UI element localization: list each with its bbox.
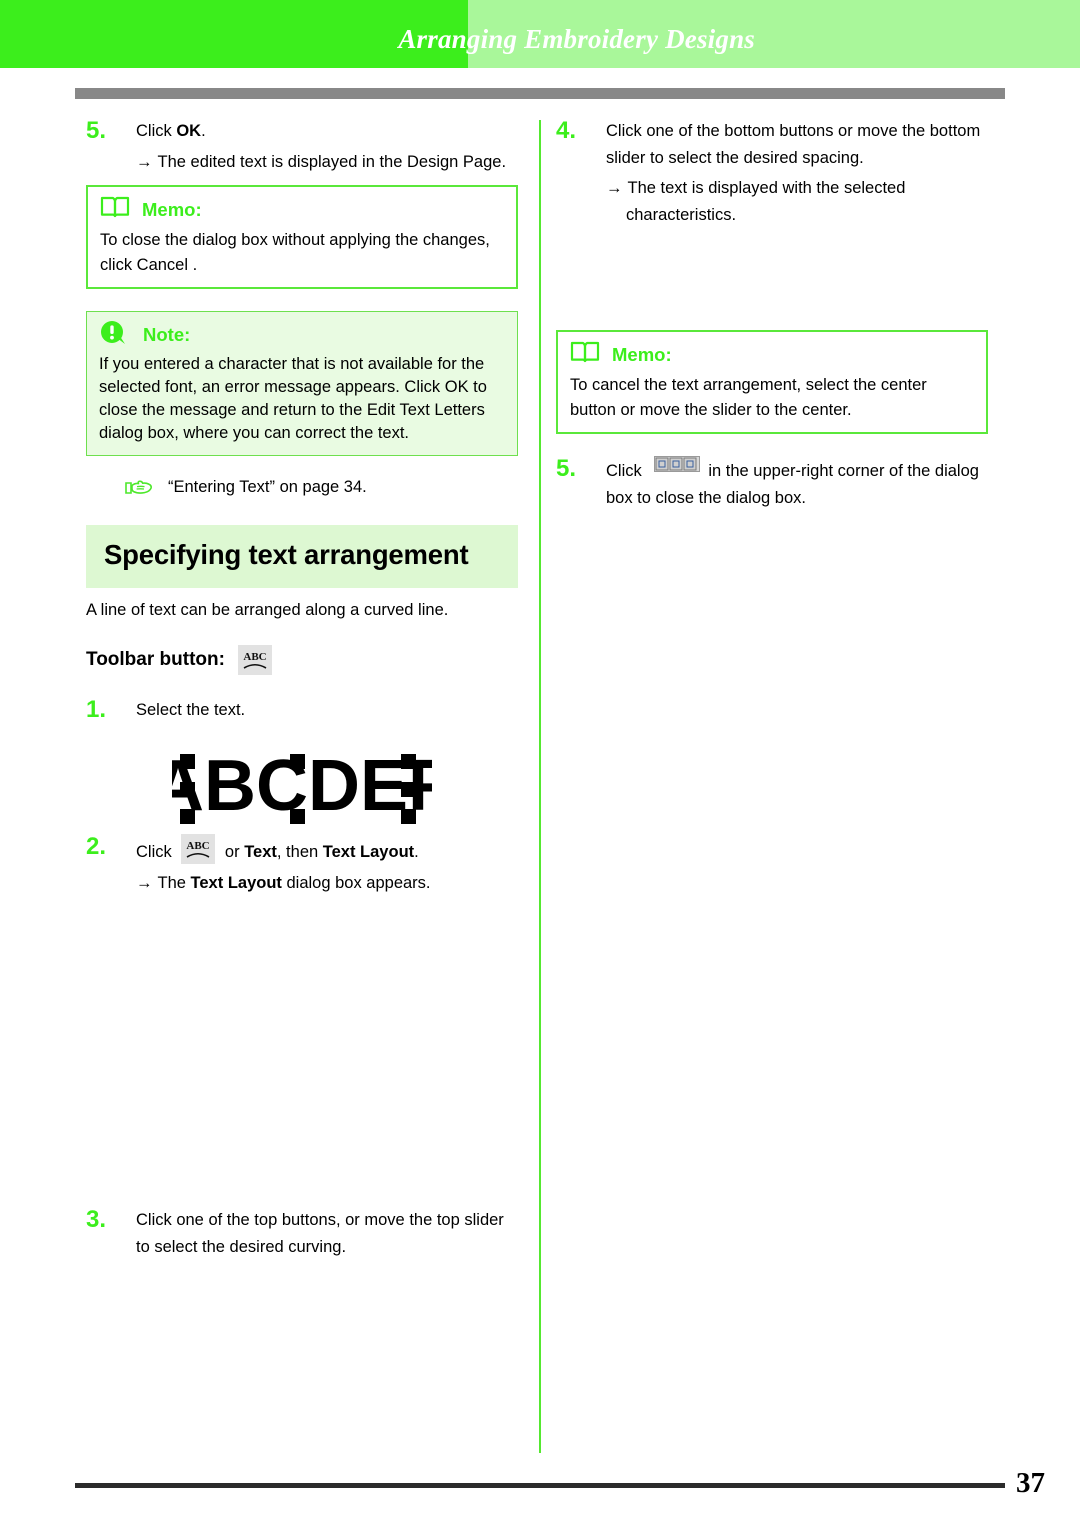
note-title: Note: bbox=[143, 324, 191, 346]
document-page: Arranging Embroidery Designs 5. Click OK… bbox=[0, 0, 1080, 1526]
memo-header: Memo: bbox=[570, 341, 974, 368]
step-text-prefix: Click bbox=[136, 122, 177, 140]
step-text-mid2: , then bbox=[276, 843, 323, 862]
step-text-suffix: . bbox=[201, 122, 206, 140]
header-rule bbox=[75, 88, 1005, 99]
cross-reference-text: “Entering Text” on page 34. bbox=[168, 478, 367, 497]
memo-box: Memo: To close the dialog box without ap… bbox=[86, 185, 518, 289]
section-intro: A line of text can be arranged along a c… bbox=[86, 600, 449, 619]
step-text: Click in the upper-right corner of the d… bbox=[606, 456, 988, 511]
left-column-lower: 3. Click one of the top buttons, or move… bbox=[86, 1206, 518, 1264]
book-icon bbox=[570, 341, 600, 368]
footer-rule bbox=[75, 1483, 1005, 1488]
step-4: 4. Click one of the bottom buttons or mo… bbox=[556, 117, 988, 171]
step-number: 2. bbox=[86, 833, 107, 861]
step-number: 3. bbox=[86, 1206, 107, 1233]
step-4-result: → The text is displayed with the selected… bbox=[606, 175, 988, 228]
note-box: Note: If you entered a character that is… bbox=[86, 310, 518, 457]
step-text: Select the text. bbox=[136, 701, 246, 720]
step-text-suffix: . bbox=[414, 843, 419, 862]
result-text: The text is displayed with the selected … bbox=[626, 179, 906, 224]
step-text: Click ABC or Text, then Text Layout. bbox=[136, 834, 518, 866]
step-text: Click OK. bbox=[136, 118, 518, 145]
step-text-bold: OK bbox=[176, 122, 202, 140]
step-number: 5. bbox=[86, 117, 107, 144]
note-text: If you entered a character that is not a… bbox=[99, 354, 487, 443]
svg-text:ABC: ABC bbox=[187, 840, 210, 852]
left-column: 5. Click OK. → The edited text is display… bbox=[86, 117, 518, 896]
page-number: 37 bbox=[1016, 1467, 1045, 1499]
step-5: 5. Click OK. bbox=[86, 117, 518, 145]
section-heading: Specifying text arrangement bbox=[86, 525, 518, 588]
step-number: 1. bbox=[86, 696, 107, 724]
memo-header: Memo: bbox=[100, 196, 504, 223]
arrow-glyph: → bbox=[136, 873, 153, 892]
pointing-hand-icon bbox=[124, 478, 154, 503]
text-layout-abc-icon[interactable]: ABC bbox=[237, 645, 272, 676]
step-2-result: → The Text Layout dialog box appears. bbox=[136, 870, 518, 896]
step-2: 2. Click ABC or Text, then Text Layout. bbox=[86, 833, 518, 866]
result-text: The edited text is displayed in the Desi… bbox=[157, 152, 507, 171]
step-text-mid: or bbox=[220, 843, 245, 862]
arrow-glyph: → bbox=[136, 152, 153, 171]
result-prefix: The bbox=[157, 873, 191, 892]
toolbar-button-label: Toolbar button: bbox=[86, 649, 225, 671]
step-text-bold-text: Text bbox=[244, 843, 277, 862]
memo-box: Memo: To cancel the text arrangement, se… bbox=[556, 330, 988, 435]
toolbar-button-row: Toolbar button: ABC bbox=[86, 645, 518, 676]
svg-text:ABC: ABC bbox=[243, 651, 266, 663]
selected-text-abcdef: ABCDEF bbox=[86, 742, 518, 834]
exclamation-icon bbox=[99, 320, 133, 351]
right-column: 4. Click one of the bottom buttons or mo… bbox=[556, 117, 988, 515]
step-number: 5. bbox=[556, 455, 577, 483]
step-number: 4. bbox=[556, 117, 577, 144]
step-5-result: → The edited text is displayed in the Des… bbox=[136, 149, 518, 175]
step-3: 3. Click one of the top buttons, or move… bbox=[86, 1206, 518, 1260]
window-buttons-icon[interactable] bbox=[654, 456, 701, 473]
arrow-glyph: → bbox=[606, 179, 623, 198]
text-layout-abc-icon[interactable]: ABC bbox=[181, 834, 216, 865]
step-1: 1. Select the text. bbox=[86, 696, 518, 724]
memo-title: Memo: bbox=[142, 198, 202, 220]
step-text: Click one of the top buttons, or move th… bbox=[136, 1211, 504, 1256]
column-divider bbox=[539, 120, 541, 1453]
step-text-prefix: Click bbox=[136, 843, 177, 862]
step-text-prefix: Click bbox=[606, 462, 647, 481]
step-text-bold-text-layout: Text Layout bbox=[322, 843, 415, 862]
result-bold: Text Layout bbox=[190, 873, 282, 892]
cross-reference[interactable]: “Entering Text” on page 34. bbox=[124, 478, 518, 503]
book-icon bbox=[100, 196, 130, 223]
step-text: Click one of the bottom buttons or move … bbox=[606, 122, 981, 167]
memo-text: To close the dialog box without applying… bbox=[100, 231, 490, 274]
note-header: Note: bbox=[99, 320, 505, 351]
memo-title: Memo: bbox=[612, 343, 672, 365]
step-5: 5. Click in the upper-right corner of th… bbox=[556, 455, 988, 511]
memo-text: To cancel the text arrangement, select t… bbox=[570, 376, 927, 419]
page-title: Arranging Embroidery Designs bbox=[398, 24, 755, 54]
result-suffix: dialog box appears. bbox=[281, 873, 431, 892]
